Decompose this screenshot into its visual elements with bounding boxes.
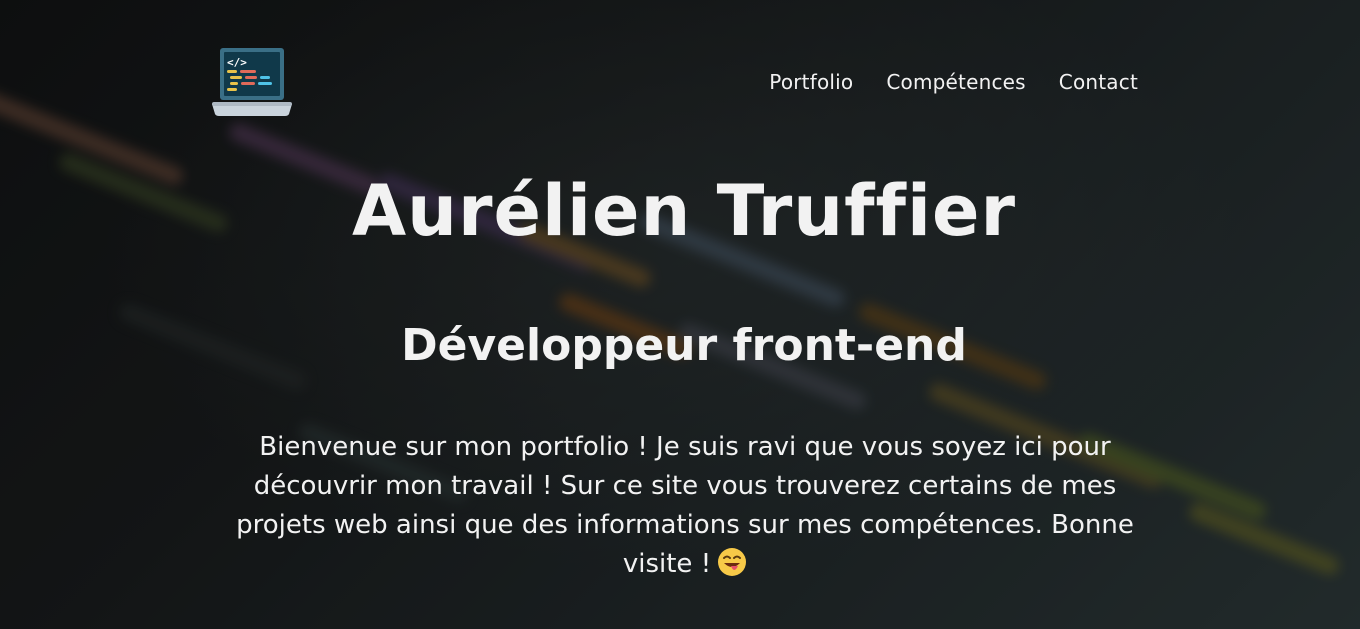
intro-paragraph: Bienvenue sur mon portfolio ! Je suis ra… [230, 428, 1140, 584]
nav-link-contact[interactable]: Contact [1059, 70, 1138, 94]
page-title: Aurélien Truffier [352, 170, 1016, 252]
site-logo[interactable]: </> [212, 46, 292, 118]
winking-face-tongue-icon [717, 547, 747, 577]
laptop-code-icon: </> [212, 48, 292, 116]
page-subtitle: Développeur front-end [401, 320, 967, 371]
nav-link-portfolio[interactable]: Portfolio [769, 70, 853, 94]
svg-text:</>: </> [227, 56, 247, 69]
main-nav: Portfolio Compétences Contact [769, 70, 1138, 94]
intro-text: Bienvenue sur mon portfolio ! Je suis ra… [236, 432, 1134, 579]
hero-section: </> Portfolio Compétences Contact Auréli… [0, 0, 1360, 629]
nav-link-competences[interactable]: Compétences [886, 70, 1025, 94]
page-content: </> Portfolio Compétences Contact Auréli… [0, 0, 1360, 629]
